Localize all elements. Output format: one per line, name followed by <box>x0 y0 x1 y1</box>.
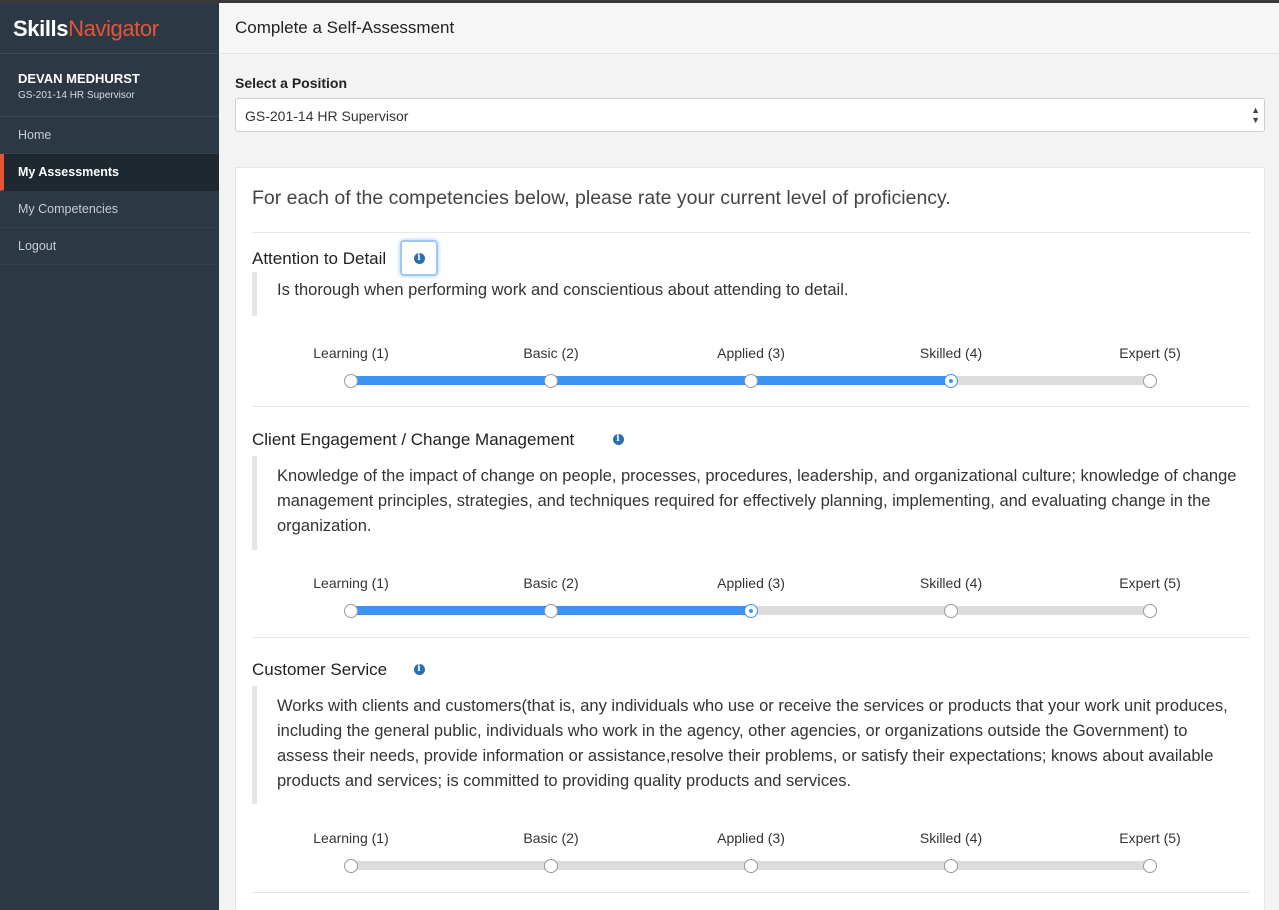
brand-logo[interactable]: SkillsNavigator <box>0 0 219 54</box>
proficiency-option-3[interactable] <box>744 374 758 388</box>
proficiency-slider-fill <box>351 376 951 385</box>
window-top-border <box>0 0 1279 3</box>
info-icon: i <box>413 252 425 264</box>
proficiency-option-3[interactable] <box>744 859 758 873</box>
main-content: Select a Position GS-201-14 HR Superviso… <box>219 54 1279 910</box>
competency-title: Client Engagement / Change Management <box>252 430 575 449</box>
proficiency-scale: Learning (1) Basic (2) Applied (3) Skilled … <box>252 830 1250 873</box>
user-role: GS-201-14 HR Supervisor <box>18 90 135 101</box>
level-label: Basic (2) <box>523 345 579 361</box>
proficiency-option-1[interactable] <box>344 859 358 873</box>
level-label: Applied (3) <box>717 575 785 591</box>
proficiency-option-4[interactable] <box>944 859 958 873</box>
proficiency-option-2[interactable] <box>544 374 558 388</box>
level-label: Expert (5) <box>1119 575 1181 591</box>
level-label: Learning (1) <box>313 345 389 361</box>
competency-description: Knowledge of the impact of change on peo… <box>252 456 1237 550</box>
competency-description: Works with clients and customers(that is… <box>252 686 1237 804</box>
user-name: DEVAN MEDHURST <box>18 71 140 86</box>
proficiency-option-3[interactable] <box>744 604 758 618</box>
level-label: Expert (5) <box>1119 830 1181 846</box>
proficiency-option-5[interactable] <box>1143 374 1157 388</box>
level-label: Basic (2) <box>523 830 579 846</box>
assessment-card: For each of the competencies below, plea… <box>235 167 1265 910</box>
level-label: Applied (3) <box>717 830 785 846</box>
competency-info-button[interactable]: i <box>400 240 438 276</box>
proficiency-option-1[interactable] <box>344 374 358 388</box>
brand-part-navigator: Navigator <box>68 16 159 41</box>
divider <box>252 637 1250 638</box>
position-select[interactable]: GS-201-14 HR Supervisor ▲ ▼ <box>235 98 1265 132</box>
sidebar-item-logout[interactable]: Logout <box>0 228 219 265</box>
level-label: Applied (3) <box>717 345 785 361</box>
proficiency-scale: Learning (1) Basic (2) Applied (3) Skilled … <box>252 345 1250 388</box>
page-header: Complete a Self-Assessment <box>219 3 1279 54</box>
proficiency-option-2[interactable] <box>544 604 558 618</box>
proficiency-option-2[interactable] <box>544 859 558 873</box>
proficiency-option-4[interactable] <box>944 604 958 618</box>
page-title: Complete a Self-Assessment <box>235 18 455 37</box>
level-label: Skilled (4) <box>919 830 983 846</box>
level-label: Learning (1) <box>313 830 389 846</box>
level-label: Basic (2) <box>523 575 579 591</box>
competency-info-button[interactable]: i <box>400 651 438 687</box>
assessment-intro: For each of the competencies below, plea… <box>252 187 951 209</box>
info-icon: i <box>413 663 425 675</box>
competency-title: Customer Service <box>252 660 388 679</box>
divider <box>252 892 1250 893</box>
position-selected-value: GS-201-14 HR Supervisor <box>245 108 409 124</box>
level-label: Skilled (4) <box>919 575 983 591</box>
divider <box>252 232 1250 233</box>
competency-description: Is thorough when performing work and con… <box>252 272 1237 316</box>
sidebar-item-home[interactable]: Home <box>0 117 219 154</box>
level-label: Skilled (4) <box>919 345 983 361</box>
user-profile: DEVAN MEDHURST GS-201-14 HR Supervisor <box>0 54 219 117</box>
position-label: Select a Position <box>235 75 348 91</box>
proficiency-scale: Learning (1) Basic (2) Applied (3) Skilled … <box>252 575 1250 618</box>
select-arrows-icon: ▲ ▼ <box>1251 105 1260 125</box>
brand-part-skills: Skills <box>13 16 69 41</box>
sidebar: SkillsNavigator DEVAN MEDHURST GS-201-14… <box>0 0 219 910</box>
proficiency-option-5[interactable] <box>1143 604 1157 618</box>
proficiency-option-5[interactable] <box>1143 859 1157 873</box>
info-icon: i <box>612 433 624 445</box>
level-label: Learning (1) <box>313 575 389 591</box>
level-label: Expert (5) <box>1119 345 1181 361</box>
divider <box>252 406 1250 407</box>
competency-title: Attention to Detail <box>252 249 387 268</box>
sidebar-item-my-competencies[interactable]: My Competencies <box>0 191 219 228</box>
proficiency-option-4[interactable] <box>944 374 958 388</box>
proficiency-option-1[interactable] <box>344 604 358 618</box>
sidebar-item-my-assessments[interactable]: My Assessments <box>0 154 219 191</box>
competency-info-button[interactable]: i <box>599 421 637 457</box>
